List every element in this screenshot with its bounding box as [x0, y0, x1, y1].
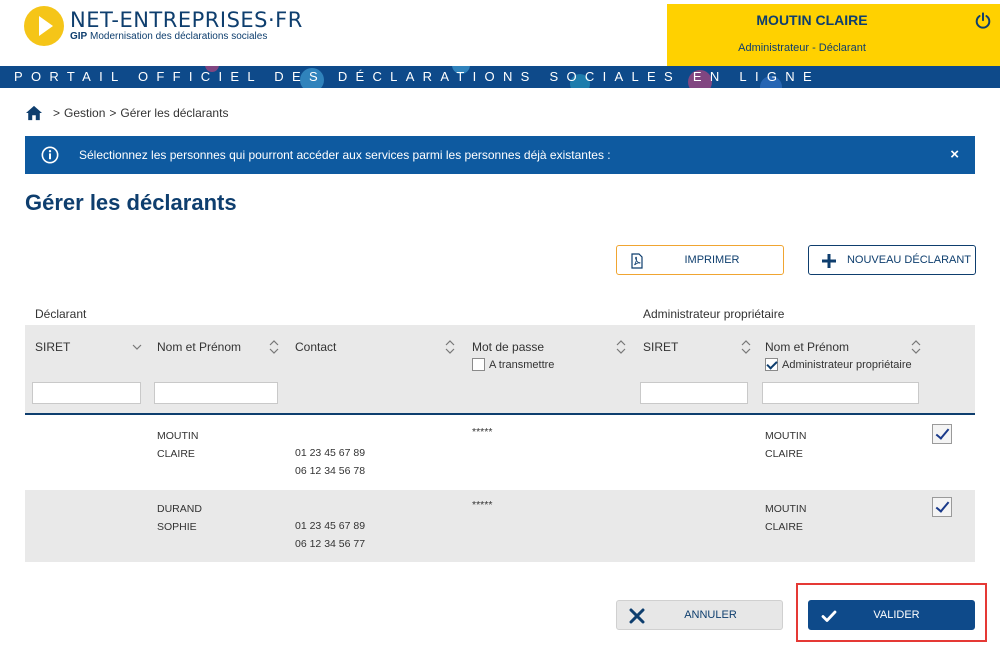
cancel-label: ANNULER	[684, 609, 737, 621]
close-icon[interactable]: ×	[950, 146, 959, 163]
declarant-name: MOUTIN CLAIRE	[157, 430, 199, 460]
sort-icon[interactable]	[269, 340, 279, 354]
logo-name: NET-ENTREPRISES·FR	[70, 8, 303, 32]
password-value: *****	[472, 499, 493, 511]
row-select-checkbox[interactable]	[932, 497, 952, 517]
power-icon[interactable]	[974, 12, 992, 30]
site-logo[interactable]: NET-ENTREPRISES·FR GIP Modernisation des…	[24, 6, 303, 46]
close-icon	[629, 608, 645, 624]
col-admin-name[interactable]: Nom et Prénom	[765, 340, 849, 354]
breadcrumb-current: Gérer les déclarants	[120, 106, 229, 120]
user-role: Administrateur - Déclarant	[738, 42, 866, 54]
new-declarant-button[interactable]: NOUVEAU DÉCLARANT	[808, 245, 976, 275]
declarant-name: DURAND SOPHIE	[157, 503, 202, 533]
info-alert: Sélectionnez les personnes qui pourront …	[25, 136, 975, 174]
admin-siret-filter-input[interactable]	[640, 382, 748, 404]
sort-icon[interactable]	[445, 340, 455, 354]
sort-icon[interactable]	[741, 340, 751, 354]
validate-label: VALIDER	[873, 609, 920, 621]
print-button[interactable]: IMPRIMER	[616, 245, 784, 275]
col-password[interactable]: Mot de passe	[472, 340, 544, 354]
plus-icon	[822, 254, 836, 268]
col-admin-siret[interactable]: SIRET	[643, 340, 678, 354]
validate-button[interactable]: VALIDER	[808, 600, 975, 630]
play-logo-icon	[24, 6, 64, 46]
page-title: Gérer les déclarants	[25, 190, 237, 215]
admin-name-filter-input[interactable]	[762, 382, 919, 404]
portal-banner: PORTAIL OFFICIEL DES DÉCLARATIONS SOCIAL…	[0, 66, 1000, 88]
password-value: *****	[472, 426, 493, 438]
logo-subtitle: GIP Modernisation des déclarations socia…	[70, 31, 268, 42]
row-select-checkbox[interactable]	[932, 424, 952, 444]
to-transmit-filter[interactable]: A transmettre	[472, 358, 554, 371]
admin-group-label: Administrateur propriétaire	[643, 307, 785, 321]
admin-owner-filter[interactable]: Administrateur propriétaire	[765, 358, 912, 371]
checkmark-icon	[821, 610, 837, 622]
info-icon	[41, 146, 59, 164]
to-transmit-checkbox[interactable]	[472, 358, 485, 371]
col-siret[interactable]: SIRET	[35, 340, 70, 354]
declarant-contact: 01 23 45 67 89 06 12 34 56 77	[295, 520, 366, 550]
declarant-contact: 01 23 45 67 89 06 12 34 56 78	[295, 447, 366, 477]
admin-name: MOUTIN CLAIRE	[765, 430, 807, 460]
user-name: MOUTIN CLAIRE	[756, 12, 868, 28]
table-row[interactable]: MOUTIN CLAIRE 01 23 45 67 89 06 12 34 56…	[25, 417, 975, 489]
top-header: NET-ENTREPRISES·FR GIP Modernisation des…	[0, 0, 1000, 66]
breadcrumb: > Gestion > Gérer les déclarants	[25, 105, 228, 121]
alert-text: Sélectionnez les personnes qui pourront …	[79, 148, 611, 162]
declarant-group-label: Déclarant	[35, 307, 87, 321]
sort-icon[interactable]	[911, 340, 921, 354]
user-box: MOUTIN CLAIRE Administrateur - Déclarant	[667, 4, 1000, 66]
home-icon[interactable]	[25, 105, 43, 121]
banner-text: PORTAIL OFFICIEL DES DÉCLARATIONS SOCIAL…	[14, 69, 820, 84]
admin-owner-checkbox[interactable]	[765, 358, 778, 371]
sort-icon[interactable]	[616, 340, 626, 354]
siret-filter-input[interactable]	[32, 382, 141, 404]
cancel-button[interactable]: ANNULER	[616, 600, 783, 630]
breadcrumb-gestion[interactable]: Gestion	[64, 106, 105, 120]
name-filter-input[interactable]	[154, 382, 278, 404]
table-row[interactable]: DURAND SOPHIE 01 23 45 67 89 06 12 34 56…	[25, 490, 975, 562]
new-declarant-label: NOUVEAU DÉCLARANT	[846, 254, 972, 266]
col-name[interactable]: Nom et Prénom	[157, 340, 241, 354]
admin-name: MOUTIN CLAIRE	[765, 503, 807, 533]
col-contact[interactable]: Contact	[295, 340, 336, 354]
print-label: IMPRIMER	[684, 254, 740, 266]
table-header: SIRET Nom et Prénom Contact Mot de passe…	[25, 325, 975, 415]
pdf-file-icon	[631, 253, 643, 269]
chevron-down-icon[interactable]	[132, 340, 142, 354]
